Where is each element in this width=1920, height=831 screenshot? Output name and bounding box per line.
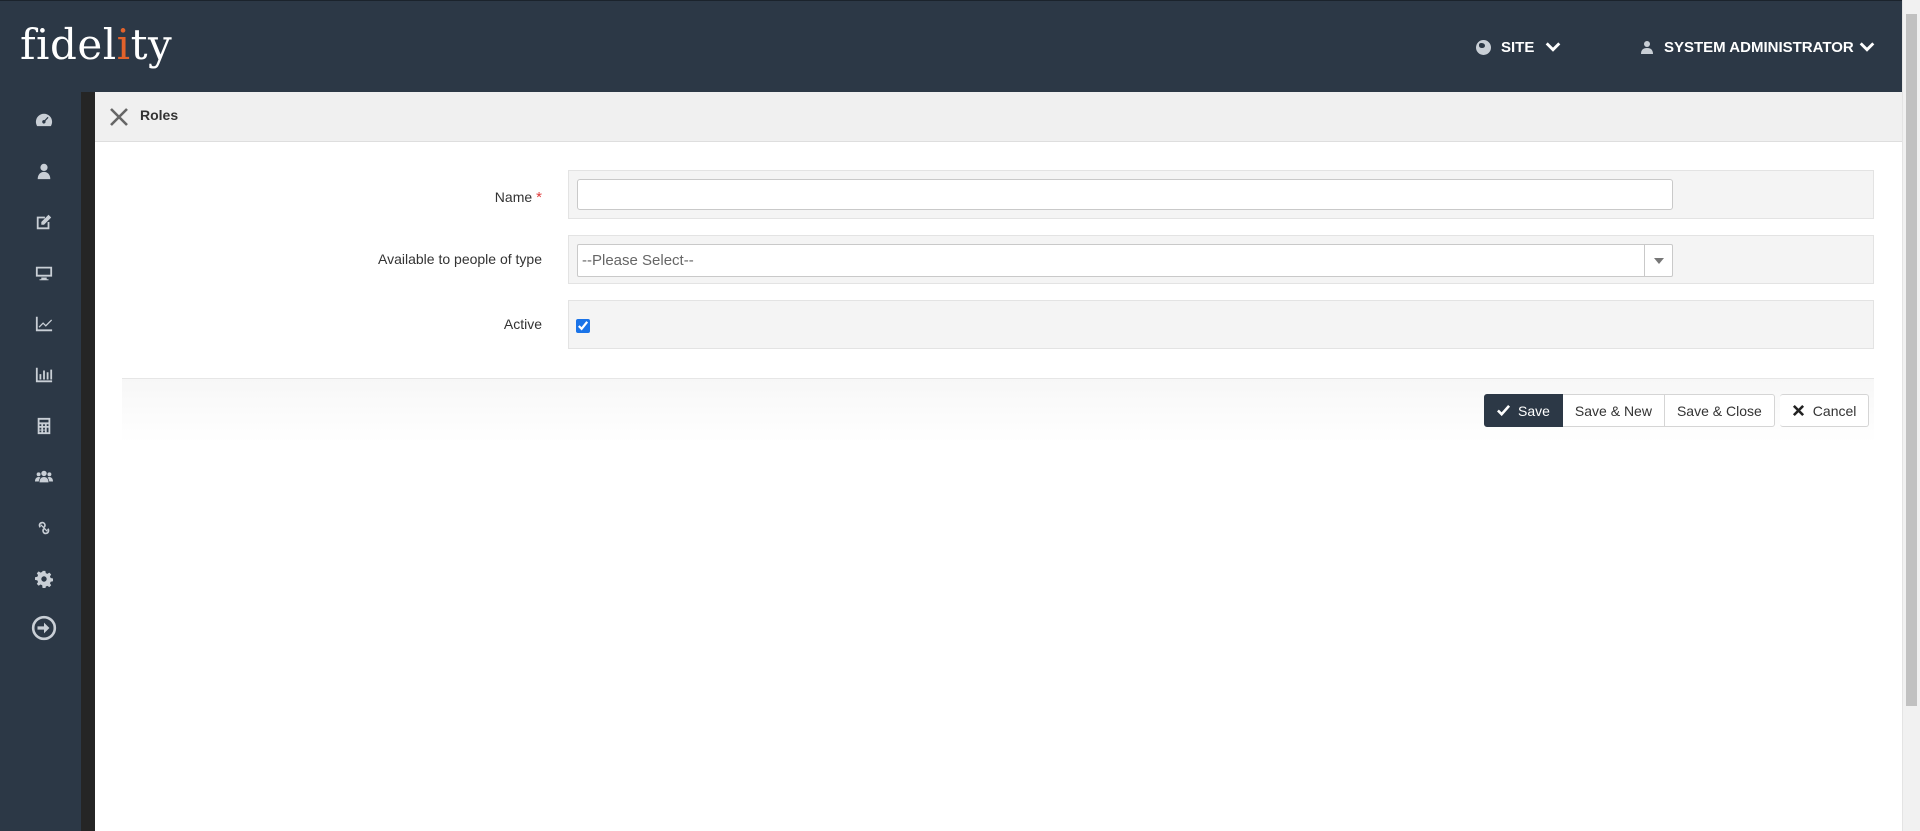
fidelity-logo[interactable]: fidelity (20, 19, 172, 71)
save-button-label: Save (1518, 402, 1550, 419)
sidebar-item-edit[interactable] (24, 202, 64, 242)
user-icon (37, 163, 51, 180)
sidebar-item-dashboard[interactable] (24, 100, 64, 140)
name-row (568, 170, 1874, 219)
user-icon (1641, 41, 1653, 54)
sidebar-item-groups[interactable] (24, 457, 64, 497)
page-title: Roles (140, 107, 179, 123)
person-type-select[interactable]: --Please Select-- (577, 244, 1673, 277)
user-label: SYSTEM ADMINISTRATOR (1664, 38, 1854, 56)
sidebar-item-logout[interactable] (24, 608, 64, 648)
sidebar-item-user[interactable] (24, 151, 64, 191)
line-chart-icon (35, 316, 53, 332)
sign-out-icon (31, 615, 57, 641)
monitor-icon (35, 266, 53, 281)
save-button-group: Save Save & New Save & Close Cancel (1484, 394, 1870, 427)
save-new-label: Save & New (1574, 402, 1652, 419)
link-icon (38, 521, 50, 535)
type-label: Available to people of type (378, 251, 542, 267)
active-checkbox[interactable] (576, 319, 590, 333)
cancel-button[interactable]: Cancel (1779, 394, 1870, 427)
sidebar-item-calculator[interactable] (24, 406, 64, 446)
edit-icon (36, 214, 52, 230)
close-icon[interactable] (109, 107, 129, 127)
chevron-down-icon (1546, 42, 1561, 52)
save-close-label: Save & Close (1676, 402, 1762, 419)
name-input[interactable] (577, 179, 1673, 210)
sidebar-item-links[interactable] (24, 508, 64, 548)
chevron-down-icon (1859, 42, 1875, 52)
sidebar-item-trends[interactable] (24, 304, 64, 344)
bar-chart-icon (35, 367, 53, 383)
logo-text-part: fidel (20, 20, 117, 69)
vertical-scrollbar[interactable] (1902, 0, 1920, 831)
close-icon (1792, 404, 1804, 417)
caret-down-icon[interactable] (1644, 245, 1672, 276)
top-navbar: fidelity SITE SYSTEM ADMINISTRATOR (0, 0, 1902, 92)
save-button[interactable]: Save (1484, 394, 1563, 427)
site-dropdown[interactable]: SITE (1476, 29, 1562, 65)
type-row: --Please Select-- (568, 235, 1874, 284)
gear-icon (35, 570, 53, 588)
save-close-button[interactable]: Save & Close (1664, 394, 1775, 427)
user-dropdown[interactable]: SYSTEM ADMINISTRATOR (1640, 29, 1876, 65)
active-row (568, 300, 1874, 349)
users-icon (35, 470, 53, 483)
dashboard-icon (35, 113, 53, 127)
cancel-label: Cancel (1812, 402, 1857, 419)
save-new-button[interactable]: Save & New (1562, 394, 1665, 427)
name-label: Name * (495, 189, 542, 206)
globe-icon (1476, 39, 1491, 55)
logo-accent: i (116, 20, 131, 69)
form-actions: Save Save & New Save & Close Cancel (122, 378, 1874, 443)
active-label: Active (503, 316, 542, 332)
check-icon (1497, 404, 1510, 417)
select-value: --Please Select-- (582, 252, 694, 269)
main-content: Roles Name * Available to people of type … (95, 92, 1902, 831)
scrollbar-thumb[interactable] (1906, 14, 1917, 706)
sidebar-item-monitor[interactable] (24, 253, 64, 293)
logo-text-part: ty (130, 20, 173, 69)
sidebar (0, 92, 95, 831)
sidebar-item-reports[interactable] (24, 355, 64, 395)
name-label-text: Name (494, 189, 533, 205)
page-header: Roles (95, 92, 1902, 142)
required-asterisk: * (536, 189, 542, 206)
site-label: SITE (1501, 38, 1535, 56)
sidebar-item-settings[interactable] (24, 559, 64, 599)
calculator-icon (37, 417, 51, 435)
